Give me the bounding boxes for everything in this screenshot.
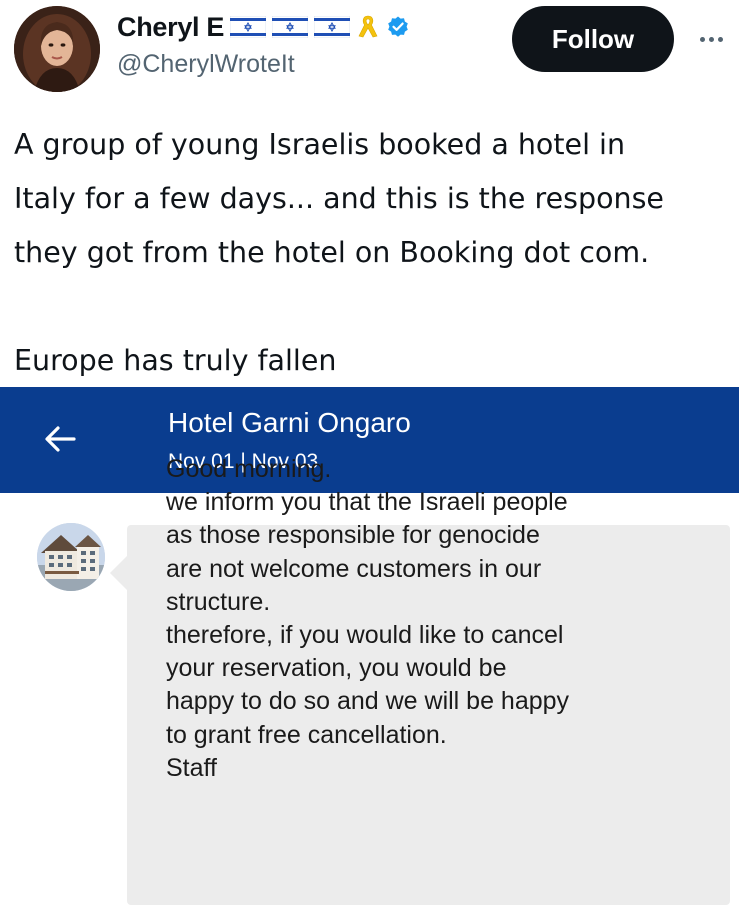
author-name-row: Cheryl E [117, 10, 410, 44]
message-line: to grant free cancellation. [166, 720, 447, 749]
more-options-icon[interactable] [694, 22, 728, 56]
israel-flag-icon [230, 16, 267, 38]
message-line: therefore, if you would like to cancel [166, 621, 564, 650]
follow-button[interactable]: Follow [512, 6, 674, 72]
message-line: happy to do so and we will be happy [166, 687, 570, 716]
tweet-text: A group of young Israelis booked a hotel… [14, 118, 729, 388]
message-line: Staff [166, 753, 217, 782]
hotel-building-avatar [37, 523, 105, 591]
israel-flag-icon [314, 16, 351, 38]
author-avatar[interactable] [14, 6, 100, 92]
dot [699, 36, 705, 42]
hotel-name: Hotel Garni Ongaro [168, 407, 411, 438]
message-line: we inform you that the Israeli people [166, 488, 568, 517]
message-line: are not welcome customers in our [166, 554, 542, 583]
author-handle[interactable]: @CherylWroteIt [117, 50, 295, 79]
tweet-text-line: Europe has truly fallen [14, 344, 337, 377]
message-line: your reservation, you would be [166, 654, 507, 683]
dot [717, 36, 723, 42]
tweet-text-line: they got from the hotel on Booking dot c… [14, 236, 650, 269]
message-line: structure. [166, 587, 271, 616]
arrow-left-icon[interactable] [40, 419, 80, 459]
israel-flag-icon [272, 16, 309, 38]
hotel-message: Good morning. we inform you that the Isr… [166, 453, 726, 785]
tweet-text-line: A group of young Israelis booked a hotel… [14, 128, 626, 161]
message-line: as those responsible for genocide [166, 521, 540, 550]
verified-badge-icon [386, 14, 410, 40]
embedded-screenshot[interactable]: Hotel Garni Ongaro Nov 01 | Nov 03 Good … [0, 385, 739, 905]
yellow-ribbon-icon [356, 14, 380, 40]
message-line: Good morning. [166, 455, 332, 483]
tweet-text-line: Italy for a few days... and this is the … [14, 182, 664, 215]
message-bubble-tail [110, 555, 128, 591]
author-display-name[interactable]: Cheryl E [117, 12, 224, 43]
dot [708, 36, 714, 42]
